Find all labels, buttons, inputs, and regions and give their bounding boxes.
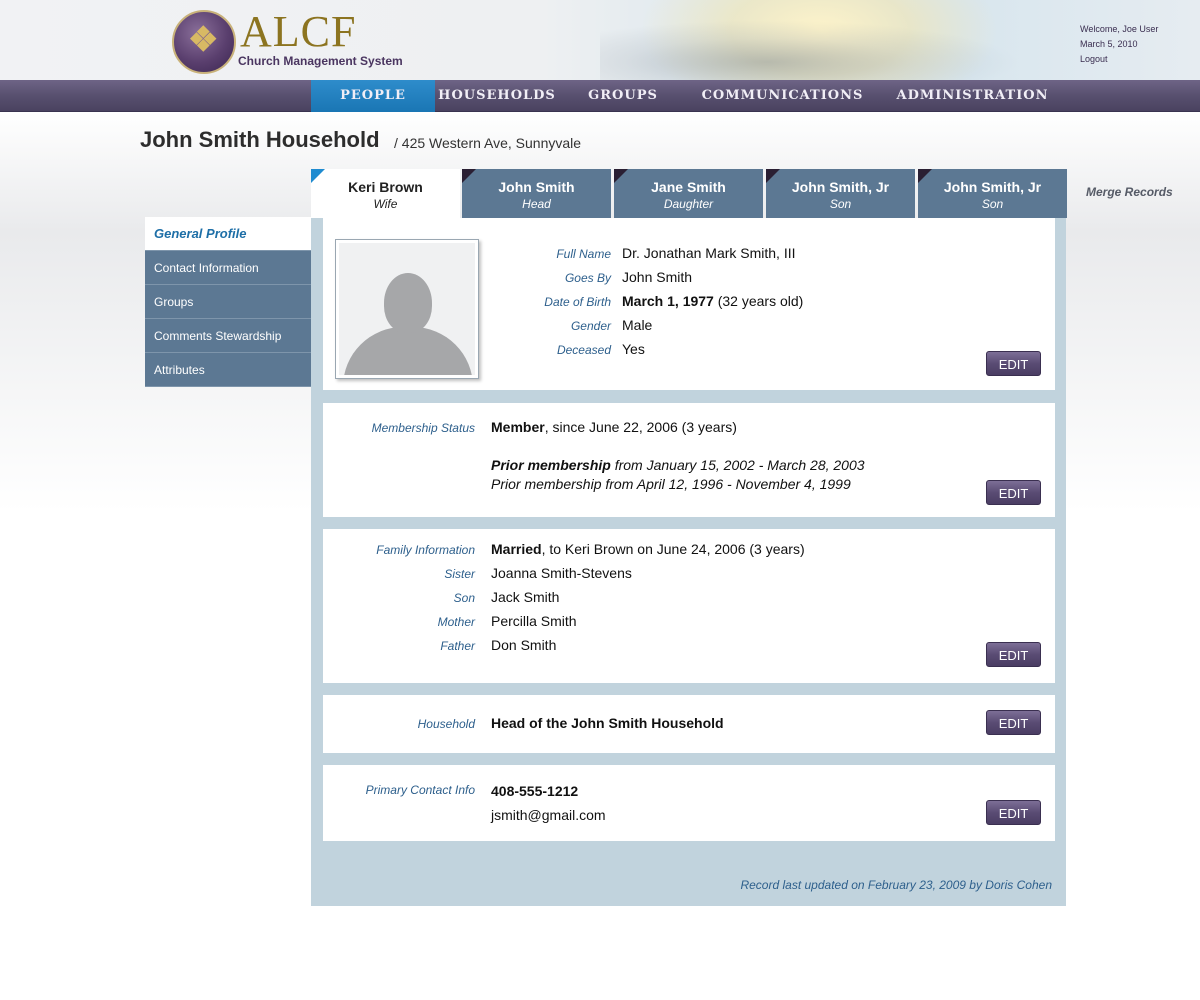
membership-since: , since June 22, 2006 (3 years) bbox=[544, 419, 737, 435]
prior-membership-label: Prior membership bbox=[491, 457, 611, 473]
household-value: Head of the John Smith Household bbox=[491, 715, 724, 731]
logout-link[interactable]: Logout bbox=[1080, 52, 1158, 67]
member-tab-name: John Smith bbox=[498, 179, 575, 195]
member-tab-role: Son bbox=[829, 197, 852, 211]
member-tab-john-smith[interactable]: John Smith Head bbox=[462, 169, 611, 218]
household-address: / 425 Western Ave, Sunnyvale bbox=[394, 135, 582, 151]
member-tab-keri-brown[interactable]: Keri Brown Wife bbox=[311, 169, 460, 221]
avatar-silhouette-icon bbox=[343, 327, 473, 375]
side-item-groups[interactable]: Groups bbox=[145, 285, 311, 319]
member-tab-name: John Smith, Jr bbox=[943, 179, 1042, 195]
merge-records-link[interactable]: Merge Records bbox=[1086, 185, 1173, 199]
deceased-label: Deceased bbox=[556, 343, 611, 357]
tab-corner-icon bbox=[766, 169, 780, 183]
relation-label: Father bbox=[440, 639, 475, 653]
membership-label: Membership Status bbox=[371, 421, 475, 435]
profile-panel: Full Name Dr. Jonathan Mark Smith, III G… bbox=[311, 218, 1066, 906]
contact-email: jsmith@gmail.com bbox=[491, 807, 606, 823]
logo-text: ALCF bbox=[240, 7, 357, 56]
member-tab-jane-smith[interactable]: Jane Smith Daughter bbox=[614, 169, 763, 218]
marital-status-value: Married bbox=[491, 541, 542, 557]
goes-by-value: John Smith bbox=[622, 269, 693, 285]
household-card: Household Head of the John Smith Househo… bbox=[323, 695, 1055, 753]
nav-administration[interactable]: ADMINISTRATION bbox=[895, 80, 1050, 112]
member-tab-john-smith-jr-2[interactable]: John Smith, Jr Son bbox=[918, 169, 1067, 218]
member-tab-role: Head bbox=[522, 197, 551, 211]
prior-membership-2: Prior membership from April 12, 1996 - N… bbox=[491, 476, 851, 492]
side-item-comments-stewardship[interactable]: Comments Stewardship bbox=[145, 319, 311, 353]
edit-household-button[interactable]: EDIT bbox=[986, 710, 1041, 735]
family-card: Family Information Married, to Keri Brow… bbox=[323, 529, 1055, 683]
family-info-label: Family Information bbox=[376, 543, 475, 557]
edit-membership-button[interactable]: EDIT bbox=[986, 480, 1041, 505]
logo-subtitle: Church Management System bbox=[238, 54, 403, 68]
relation-name: Jack Smith bbox=[491, 589, 560, 605]
tab-corner-icon bbox=[614, 169, 628, 183]
edit-family-button[interactable]: EDIT bbox=[986, 642, 1041, 667]
dob-age: (32 years old) bbox=[717, 293, 804, 309]
user-box: Welcome, Joe User March 5, 2010 Logout bbox=[1080, 22, 1158, 67]
relation-name: Don Smith bbox=[491, 637, 557, 653]
full-name-value: Dr. Jonathan Mark Smith, III bbox=[622, 245, 796, 261]
relation-name: Percilla Smith bbox=[491, 613, 577, 629]
gender-label: Gender bbox=[570, 319, 611, 333]
logo-icon: ❖ bbox=[172, 10, 236, 74]
member-tab-john-smith-jr[interactable]: John Smith, Jr Son bbox=[766, 169, 915, 218]
tab-corner-icon bbox=[462, 169, 476, 183]
full-name-label: Full Name bbox=[556, 247, 611, 261]
main-nav: PEOPLE HOUSEHOLDS GROUPS COMMUNICATIONS … bbox=[0, 80, 1200, 112]
primary-contact-label: Primary Contact Info bbox=[365, 783, 475, 797]
member-tab-name: John Smith, Jr bbox=[791, 179, 890, 195]
welcome-text: Welcome, Joe User bbox=[1080, 24, 1159, 34]
member-tab-role: Daughter bbox=[663, 197, 714, 211]
member-tab-role: Son bbox=[981, 197, 1004, 211]
contact-phone: 408-555-1212 bbox=[491, 783, 579, 799]
profile-side-nav: General Profile Contact Information Grou… bbox=[145, 217, 311, 387]
app-header: ❖ ALCF Church Management System Welcome,… bbox=[0, 0, 1200, 80]
profile-photo bbox=[335, 239, 479, 379]
member-tab-role: Wife bbox=[373, 197, 398, 211]
side-item-contact-information[interactable]: Contact Information bbox=[145, 251, 311, 285]
dob-value: March 1, 1977 (32 years old) bbox=[622, 293, 803, 309]
member-tab-name: Jane Smith bbox=[651, 179, 726, 195]
gender-value: Male bbox=[622, 317, 653, 333]
relation-label: Sister bbox=[444, 567, 475, 581]
edit-basic-info-button[interactable]: EDIT bbox=[986, 351, 1041, 376]
current-date: March 5, 2010 bbox=[1080, 39, 1138, 49]
nav-groups[interactable]: GROUPS bbox=[568, 80, 678, 112]
edit-contact-button[interactable]: EDIT bbox=[986, 800, 1041, 825]
page-title: John Smith Household bbox=[140, 127, 380, 152]
avatar-head-icon bbox=[384, 273, 432, 333]
membership-status: Member, since June 22, 2006 (3 years) bbox=[491, 419, 737, 435]
nav-households[interactable]: HOUSEHOLDS bbox=[435, 80, 559, 112]
header-cloud-decoration bbox=[600, 20, 1020, 80]
prior-membership-1: Prior membership from January 15, 2002 -… bbox=[491, 457, 865, 473]
relation-label: Mother bbox=[437, 615, 475, 629]
side-item-attributes[interactable]: Attributes bbox=[145, 353, 311, 387]
contact-card: Primary Contact Info 408-555-1212 jsmith… bbox=[323, 765, 1055, 841]
tab-corner-icon bbox=[918, 169, 932, 183]
member-tab-name: Keri Brown bbox=[348, 179, 423, 195]
membership-card: Membership Status Member, since June 22,… bbox=[323, 403, 1055, 517]
nav-communications[interactable]: COMMUNICATIONS bbox=[700, 80, 865, 112]
relation-name: Joanna Smith-Stevens bbox=[491, 565, 632, 581]
household-label: Household bbox=[417, 717, 475, 731]
prior-membership-1-dates: from January 15, 2002 - March 28, 2003 bbox=[610, 457, 865, 473]
marital-details: , to Keri Brown on June 24, 2006 (3 year… bbox=[541, 541, 805, 557]
basic-info-card: Full Name Dr. Jonathan Mark Smith, III G… bbox=[323, 218, 1055, 390]
dob-label: Date of Birth bbox=[544, 295, 611, 309]
goes-by-label: Goes By bbox=[564, 271, 611, 285]
relation-label: Son bbox=[453, 591, 475, 605]
nav-people[interactable]: PEOPLE bbox=[311, 80, 435, 112]
marital-status: Married, to Keri Brown on June 24, 2006 … bbox=[491, 541, 805, 557]
side-item-general-profile[interactable]: General Profile bbox=[145, 217, 311, 251]
deceased-value: Yes bbox=[622, 341, 645, 357]
membership-status-value: Member bbox=[491, 419, 545, 435]
tab-corner-icon bbox=[311, 169, 325, 183]
dob-date: March 1, 1977 bbox=[622, 293, 714, 309]
record-updated-note: Record last updated on February 23, 2009… bbox=[740, 878, 1052, 892]
